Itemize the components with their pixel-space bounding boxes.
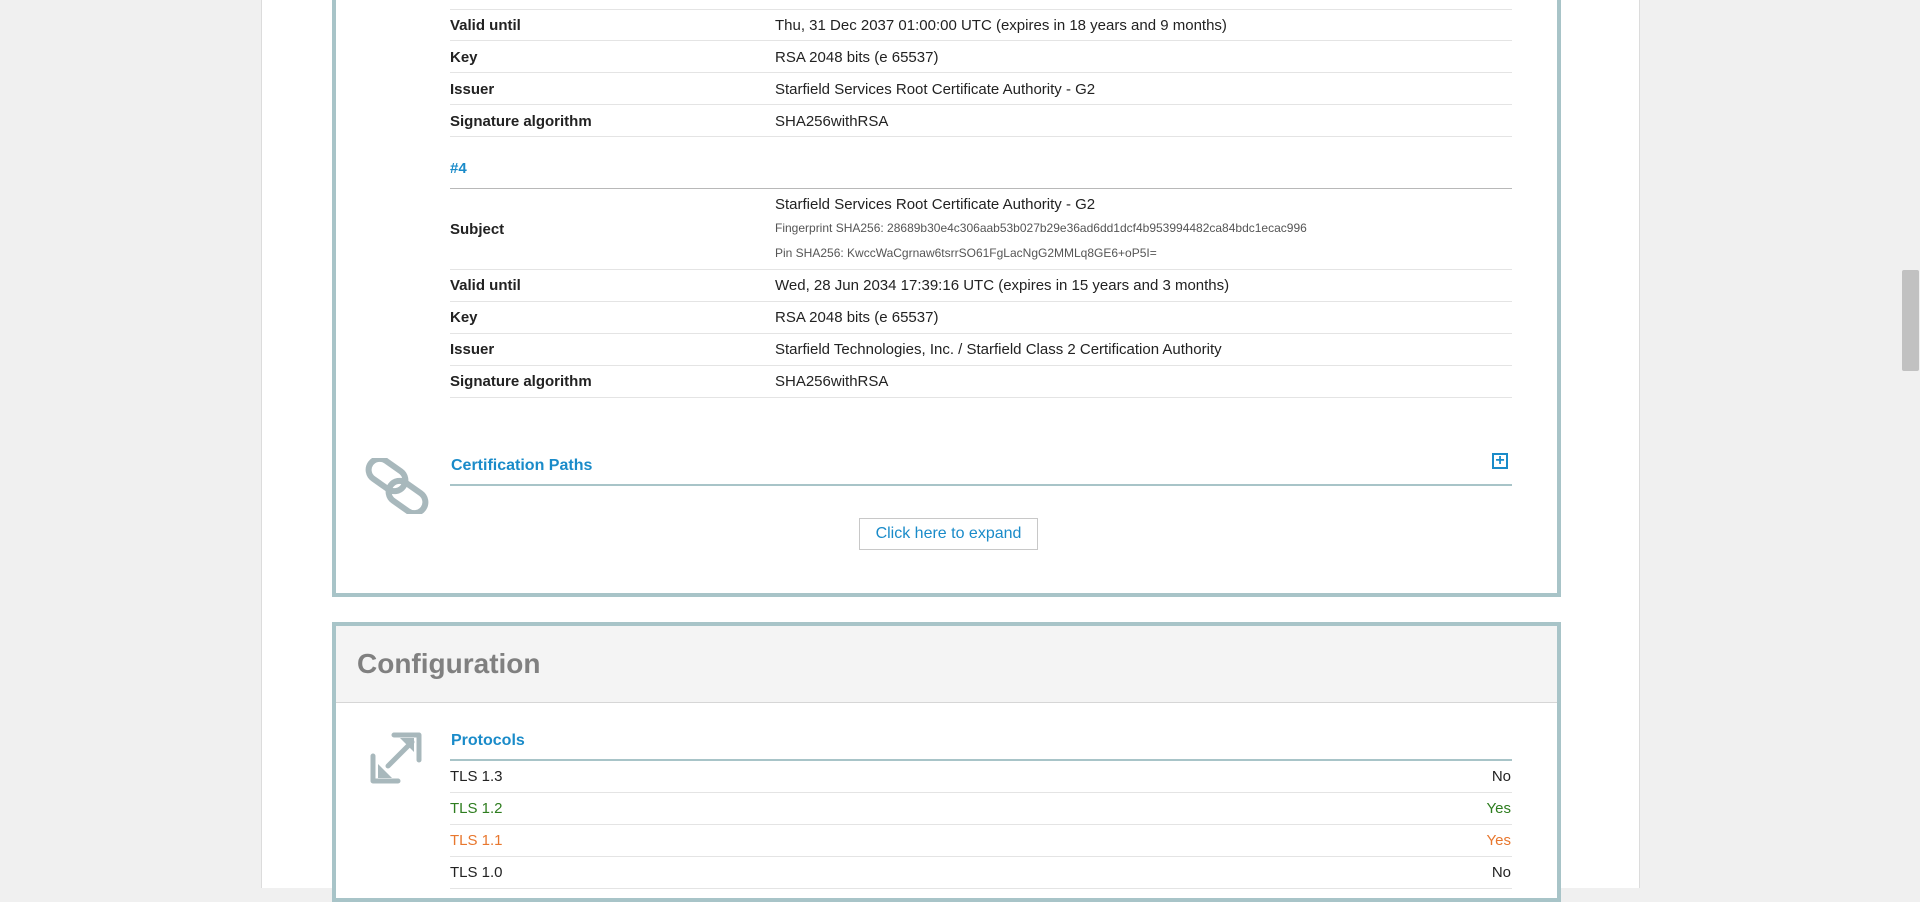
row-value: SHA256withRSA [775, 113, 889, 130]
row-value: Wed, 28 Jun 2034 17:39:16 UTC (expires i… [775, 277, 1230, 294]
subject-pin: Pin SHA256: KwccWaCgrnaw6tsrrSO61FgLacNg… [775, 246, 1157, 260]
subject-fingerprint: Fingerprint SHA256: 28689b30e4c306aab53b… [775, 221, 1307, 235]
row-label: Issuer [450, 341, 495, 358]
protocol-value: Yes [1486, 800, 1511, 817]
row-label: Key [450, 49, 478, 66]
row-label: Key [450, 309, 478, 326]
protocols-header: Protocols [450, 725, 1512, 761]
cert4-row-issuer: Issuer Starfield Technologies, Inc. / St… [450, 334, 1512, 366]
cert-paths-title: Certification Paths [451, 457, 593, 474]
cert-row-valid-until: Valid until Thu, 31 Dec 2037 01:00:00 UT… [450, 10, 1512, 41]
plus-square-icon[interactable]: + [1492, 453, 1508, 469]
row-value: Starfield Services Root Certificate Auth… [775, 81, 1096, 98]
vertical-scrollbar[interactable] [1901, 0, 1920, 888]
row-value: Starfield Technologies, Inc. / Starfield… [775, 341, 1222, 358]
row-value: Thu, 31 Dec 2037 01:00:00 UTC (expires i… [775, 17, 1227, 34]
cert4-row-valid-until: Valid until Wed, 28 Jun 2034 17:39:16 UT… [450, 270, 1512, 302]
expand-cert-paths-button[interactable]: Click here to expand [859, 518, 1038, 550]
subject-value: Starfield Services Root Certificate Auth… [775, 196, 1096, 213]
scrollbar-thumb[interactable] [1902, 270, 1919, 371]
cert4-row-subject: Subject Starfield Services Root Certific… [450, 189, 1512, 270]
row-label: Signature algorithm [450, 373, 592, 390]
protocol-name: TLS 1.1 [450, 832, 503, 849]
cert-row-signature-algorithm: Signature algorithm SHA256withRSA [450, 106, 1512, 137]
row-label: Signature algorithm [450, 113, 592, 130]
cert4-row-key: Key RSA 2048 bits (e 65537) [450, 302, 1512, 334]
cert-row-issuer: Issuer Starfield Services Root Certifica… [450, 74, 1512, 105]
protocol-row-tls10: TLS 1.0 No [450, 857, 1512, 889]
cert-row-key: Key RSA 2048 bits (e 65537) [450, 42, 1512, 73]
protocols-title: Protocols [451, 732, 525, 749]
cert-row-cutoff [450, 0, 1512, 10]
protocol-name: TLS 1.2 [450, 800, 503, 817]
row-value: SHA256withRSA [775, 373, 889, 390]
chain-link-icon [364, 455, 430, 519]
configuration-title: Configuration [357, 648, 541, 679]
protocol-value: No [1491, 864, 1511, 881]
protocol-row-tls13: TLS 1.3 No [450, 761, 1512, 793]
row-label: Issuer [450, 81, 495, 98]
protocol-value: No [1491, 768, 1511, 785]
protocol-row-tls12: TLS 1.2 Yes [450, 793, 1512, 825]
cert4-header: #4 [450, 157, 1512, 189]
row-label: Valid until [450, 277, 521, 294]
configuration-header: Configuration [336, 626, 1557, 703]
expand-arrows-icon [368, 730, 424, 791]
protocol-row-tls11: TLS 1.1 Yes [450, 825, 1512, 857]
row-value: RSA 2048 bits (e 65537) [775, 309, 939, 326]
cert-paths-header: Certification Paths [450, 451, 1512, 486]
cert4-heading: #4 [450, 160, 467, 177]
protocol-name: TLS 1.0 [450, 864, 503, 881]
cert4-row-signature-algorithm: Signature algorithm SHA256withRSA [450, 366, 1512, 398]
protocol-value: Yes [1486, 832, 1511, 849]
row-value: RSA 2048 bits (e 65537) [775, 49, 939, 66]
row-label: Subject [450, 221, 505, 238]
protocol-name: TLS 1.3 [450, 768, 503, 785]
row-label: Valid until [450, 17, 521, 34]
